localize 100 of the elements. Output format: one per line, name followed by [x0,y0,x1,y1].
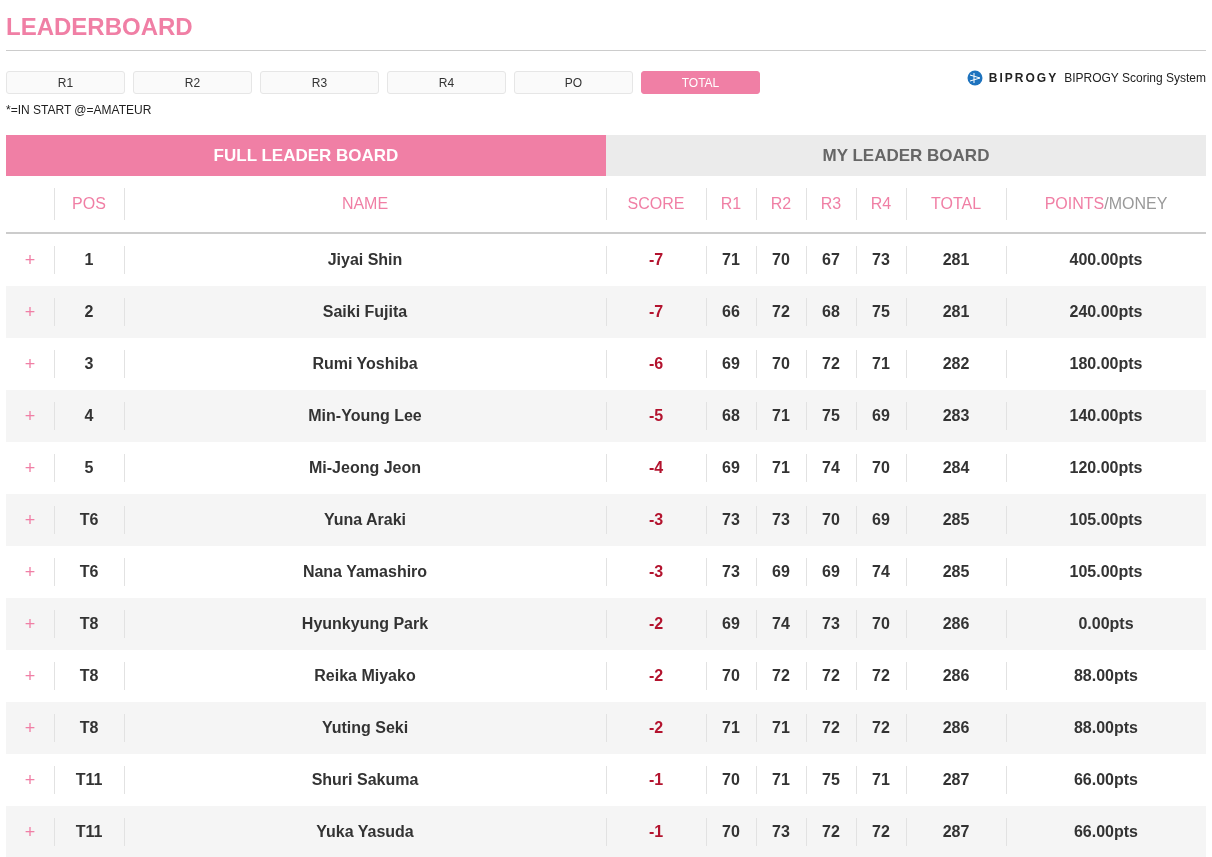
table-cell-text: T6 [79,510,99,530]
table-cell-text: 140.00pts [1069,406,1143,426]
table-cell-text: 69 [772,562,790,582]
table-cell-text: 286 [942,614,970,634]
expand-button[interactable]: + [24,506,36,534]
player-name: Reika Miyako [314,666,416,686]
expand-button[interactable]: + [24,662,36,690]
table-cell-text: 75 [872,302,890,322]
column-header: NAME [341,194,389,214]
table-cell-text: 71 [872,770,890,790]
score-cell-text: -7 [648,250,664,270]
table-cell-text: 286 [942,718,970,738]
round-tab[interactable]: TOTAL [641,71,760,94]
table-cell-text: 70 [772,354,790,374]
expand-button[interactable]: + [24,610,36,638]
table-cell-text: 2 [84,302,94,322]
round-tab[interactable]: PO [514,71,633,94]
table-cell-text: 72 [822,822,840,842]
table-cell-text: 70 [822,510,840,530]
view-tab[interactable]: MY LEADER BOARD [606,135,1206,176]
round-tab[interactable]: R3 [260,71,379,94]
table-cell-text: 69 [722,354,740,374]
table-cell-text: 66 [722,302,740,322]
table-cell-text: T8 [79,718,99,738]
column-header: R1 [720,194,742,214]
table-cell-text: 72 [772,666,790,686]
page-title: LEADERBOARD [6,12,194,42]
expand-button[interactable]: + [24,402,36,430]
table-cell-text: 285 [942,562,970,582]
table-cell-text: 283 [942,406,970,426]
table-cell-text: 88.00pts [1073,666,1138,686]
player-name: Nana Yamashiro [302,562,428,582]
column-header: SCORE [627,194,685,214]
player-name: Yuna Araki [323,510,407,530]
table-cell-text: 3 [84,354,94,374]
round-tab[interactable]: R2 [133,71,252,94]
table-cell-text: 69 [872,406,890,426]
table-cell-text: 72 [872,666,890,686]
table-cell-text: 400.00pts [1069,250,1143,270]
expand-button[interactable]: + [24,454,36,482]
score-cell-text: -6 [648,354,664,374]
table-cell-text: 75 [822,406,840,426]
column-header: R3 [820,194,842,214]
brand-caption: BIPROGY Scoring System [1064,70,1206,87]
table-cell-text: 73 [772,510,790,530]
column-header: TOTAL [930,194,982,214]
table-cell-text: 73 [772,822,790,842]
table-cell-text: 74 [772,614,790,634]
score-cell-text: -2 [648,666,664,686]
table-cell-text: 284 [942,458,970,478]
table-cell-text: 70 [772,250,790,270]
column-header: R4 [870,194,892,214]
expand-button[interactable]: + [24,558,36,586]
table-cell-text: 68 [722,406,740,426]
table-cell-text: 281 [942,250,970,270]
column-header: POS [72,194,106,214]
table-cell-text: 69 [722,458,740,478]
table-cell-text: 71 [872,354,890,374]
view-tab[interactable]: FULL LEADER BOARD [6,135,606,176]
player-name: Mi-Jeong Jeon [309,458,421,478]
table-cell-text: T11 [75,770,103,790]
expand-button[interactable]: + [24,298,36,326]
table-cell-text: 69 [872,510,890,530]
table-cell-text: 72 [822,666,840,686]
table-cell-text: 72 [872,822,890,842]
table-cell-text: T8 [79,666,99,686]
expand-button[interactable]: + [24,766,36,794]
table-cell-text: 71 [772,718,790,738]
round-tab[interactable]: R4 [387,71,506,94]
table-cell-text: 68 [822,302,840,322]
table-cell-text: 120.00pts [1069,458,1143,478]
table-cell-text: 71 [772,406,790,426]
score-cell-text: -4 [648,458,664,478]
table-cell-text: 281 [942,302,970,322]
table-cell-text: 70 [722,822,740,842]
table-cell-text: 287 [942,822,970,842]
player-name: Hyunkyung Park [301,614,429,634]
expand-button[interactable]: + [24,818,36,846]
score-cell-text: -1 [648,822,664,842]
table-cell-text: 286 [942,666,970,686]
round-tab[interactable]: R1 [6,71,125,94]
table-cell-text: 73 [822,614,840,634]
table-cell-text: 66.00pts [1073,822,1138,842]
table-cell-text: T8 [79,614,99,634]
expand-button[interactable]: + [24,714,36,742]
player-name: Min-Young Lee [308,406,422,426]
table-cell-text: 72 [822,354,840,374]
expand-button[interactable]: + [24,350,36,378]
table-cell-text: 285 [942,510,970,530]
expand-button[interactable]: + [24,246,36,274]
table-cell-text: 70 [872,614,890,634]
table-cell-text: 72 [772,302,790,322]
table-cell-text: 72 [822,718,840,738]
table-cell-text: 67 [822,250,840,270]
legend-text: *=IN START @=AMATEUR [6,102,153,118]
column-header: /MONEY [1104,194,1168,214]
table-cell-text: 73 [722,562,740,582]
table-cell-text: 71 [722,250,740,270]
table-cell-text: 105.00pts [1069,562,1143,582]
score-cell-text: -3 [648,510,664,530]
